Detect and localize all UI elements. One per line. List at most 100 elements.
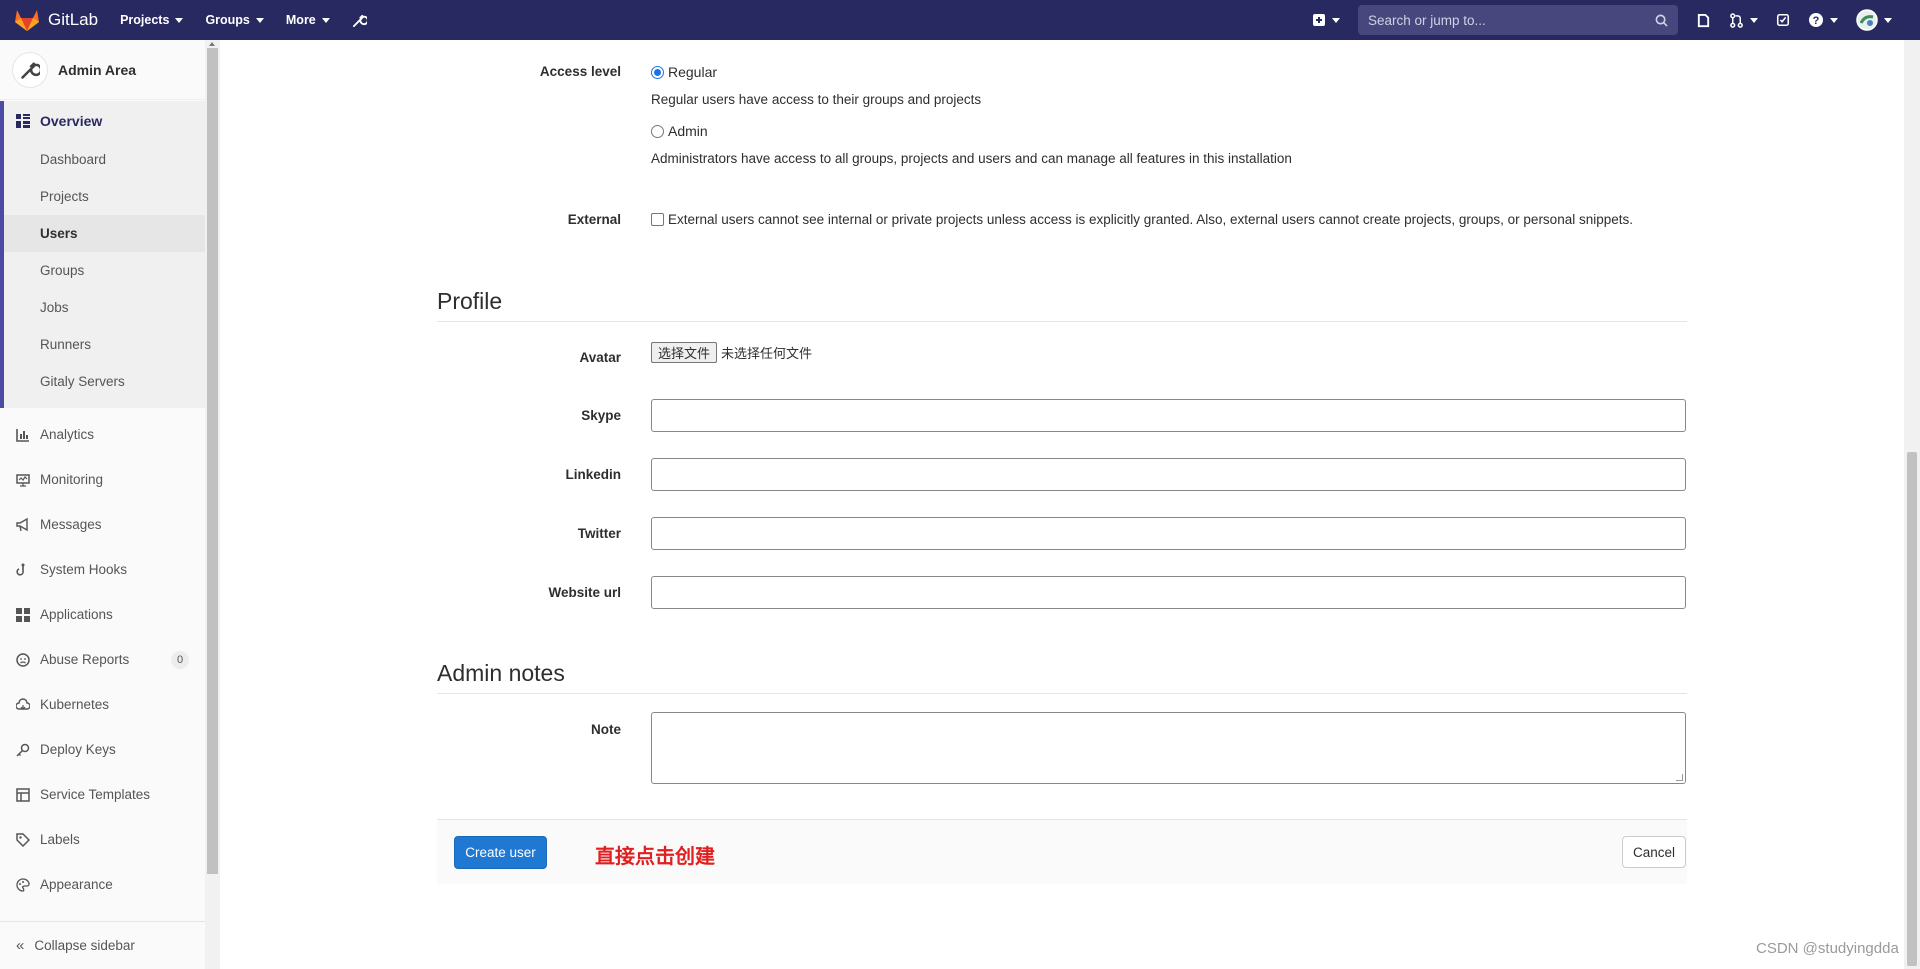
sidebar-item-system-hooks[interactable]: System Hooks [0, 547, 205, 592]
projects-menu[interactable]: Projects [120, 13, 184, 28]
todos-link[interactable] [1776, 13, 1790, 27]
context-title: Admin Area [58, 61, 137, 78]
sidebar-item-overview[interactable]: Overview [4, 101, 205, 141]
sidebar-item-messages[interactable]: Messages [0, 502, 205, 547]
sidebar-item-kubernetes[interactable]: Kubernetes [0, 682, 205, 727]
issues-link[interactable] [1696, 13, 1711, 28]
appearance-label: Appearance [40, 877, 113, 892]
collapse-sidebar-button[interactable]: « Collapse sidebar [0, 921, 219, 969]
monitor-icon [16, 473, 30, 487]
sidebar-item-dashboard[interactable]: Dashboard [4, 141, 205, 178]
hook-icon [16, 563, 30, 577]
search-placeholder: Search or jump to... [1368, 12, 1486, 28]
sidebar-item-service-templates[interactable]: Service Templates [0, 772, 205, 817]
label-icon [16, 832, 30, 847]
note-label: Note [591, 722, 621, 737]
sidebar-item-labels[interactable]: Labels [0, 817, 205, 862]
create-user-button[interactable]: Create user [454, 836, 547, 869]
chevron-down-icon [175, 17, 184, 23]
external-checkbox[interactable] [651, 213, 664, 226]
navbar-right: Search or jump to... ? [1294, 0, 1920, 40]
admin-notes-section-title: Admin notes [437, 660, 1687, 694]
sidebar-context-header[interactable]: Admin Area [0, 40, 205, 100]
external-label: External [567, 212, 621, 227]
key-icon [16, 743, 30, 757]
new-dropdown[interactable] [1312, 13, 1340, 27]
sidebar-item-analytics[interactable]: Analytics [0, 412, 205, 457]
chevron-down-icon [1884, 17, 1892, 23]
overview-label: Overview [40, 113, 103, 129]
regular-radio[interactable] [651, 65, 664, 79]
regular-option[interactable]: Regular [651, 64, 1292, 80]
service-templates-label: Service Templates [40, 787, 151, 802]
sidebar-item-appearance[interactable]: Appearance [0, 862, 205, 907]
abuse-icon [16, 652, 30, 667]
sidebar-scrollbar[interactable] [205, 40, 220, 969]
website-input[interactable] [651, 576, 1686, 609]
palette-icon [16, 877, 30, 892]
sidebar-item-users[interactable]: Users [4, 215, 205, 252]
sidebar-item-projects[interactable]: Projects [4, 178, 205, 215]
external-field: External users cannot see internal or pr… [651, 212, 1633, 227]
monitoring-label: Monitoring [40, 472, 104, 487]
sidebar-item-applications[interactable]: Applications [0, 592, 205, 637]
twitter-input[interactable] [651, 517, 1686, 550]
page-scrollbar[interactable] [1904, 40, 1920, 969]
cloud-icon [16, 697, 30, 712]
question-circle-icon: ? [1809, 13, 1823, 27]
admin-area-link[interactable] [352, 13, 367, 28]
groups-menu-label: Groups [205, 13, 250, 27]
skype-input[interactable] [651, 399, 1686, 432]
scroll-up-arrow-icon[interactable] [209, 42, 215, 46]
svg-text:?: ? [1813, 15, 1820, 27]
help-dropdown[interactable]: ? [1808, 12, 1838, 28]
overview-grid-icon [16, 114, 30, 128]
merge-requests-dropdown[interactable] [1729, 12, 1758, 28]
chevron-down-icon [1750, 17, 1758, 23]
file-status: 未选择任何文件 [721, 347, 813, 362]
search-input[interactable]: Search or jump to... [1358, 5, 1678, 35]
sidebar-item-abuse-reports[interactable]: Abuse Reports 0 [0, 637, 205, 682]
sidebar-item-runners[interactable]: Runners [4, 326, 205, 363]
groups-menu[interactable]: Groups [205, 13, 264, 28]
more-menu-label: More [285, 13, 316, 27]
analytics-label: Analytics [40, 427, 95, 442]
sidebar-scrollbar-thumb[interactable] [207, 48, 218, 874]
sidebar-item-deploy-keys[interactable]: Deploy Keys [0, 727, 205, 772]
resize-handle-icon[interactable] [1676, 774, 1683, 781]
admin-help: Administrators have access to all groups… [651, 151, 1292, 166]
regular-help: Regular users have access to their group… [651, 92, 982, 107]
linkedin-input[interactable] [651, 458, 1686, 491]
applications-icon [16, 607, 30, 622]
admin-radio[interactable] [651, 124, 664, 138]
note-textarea[interactable] [651, 712, 1686, 784]
form-actions: Create user 直接点击创建 Cancel [437, 819, 1687, 884]
user-menu-dropdown[interactable] [1856, 9, 1892, 31]
template-icon [16, 787, 30, 802]
access-level-field: Regular Regular users have access to the… [651, 64, 1292, 166]
bullhorn-icon [16, 517, 30, 532]
sidebar-item-jobs[interactable]: Jobs [4, 289, 205, 326]
sidebar-item-monitoring[interactable]: Monitoring [0, 457, 205, 502]
todo-check-icon [1776, 13, 1790, 27]
avatar-file-input[interactable]: 选择文件 未选择任何文件 [651, 342, 812, 363]
overview-submenu: Dashboard Projects Users Groups Jobs Run… [4, 141, 205, 408]
skype-label: Skype [581, 408, 621, 423]
choose-file-button[interactable]: 选择文件 [651, 342, 718, 363]
more-menu[interactable]: More [286, 13, 330, 28]
sidebar-item-gitaly-servers[interactable]: Gitaly Servers [4, 363, 205, 400]
admin-avatar [12, 51, 48, 88]
annotation-text: 直接点击创建 [595, 844, 715, 868]
abuse-reports-count-badge: 0 [171, 651, 189, 669]
collapse-sidebar-label: Collapse sidebar [34, 938, 135, 953]
cancel-button[interactable]: Cancel [1622, 836, 1686, 868]
external-help: External users cannot see internal or pr… [668, 212, 1633, 227]
admin-option[interactable]: Admin [651, 123, 1292, 139]
sidebar-item-groups[interactable]: Groups [4, 252, 205, 289]
gitlab-logo[interactable]: GitLab [14, 0, 98, 40]
system-hooks-label: System Hooks [40, 562, 128, 577]
brand-name: GitLab [48, 10, 99, 29]
external-option[interactable]: External users cannot see internal or pr… [651, 212, 1633, 227]
page-scrollbar-thumb[interactable] [1907, 452, 1917, 966]
issues-icon [1697, 13, 1710, 27]
